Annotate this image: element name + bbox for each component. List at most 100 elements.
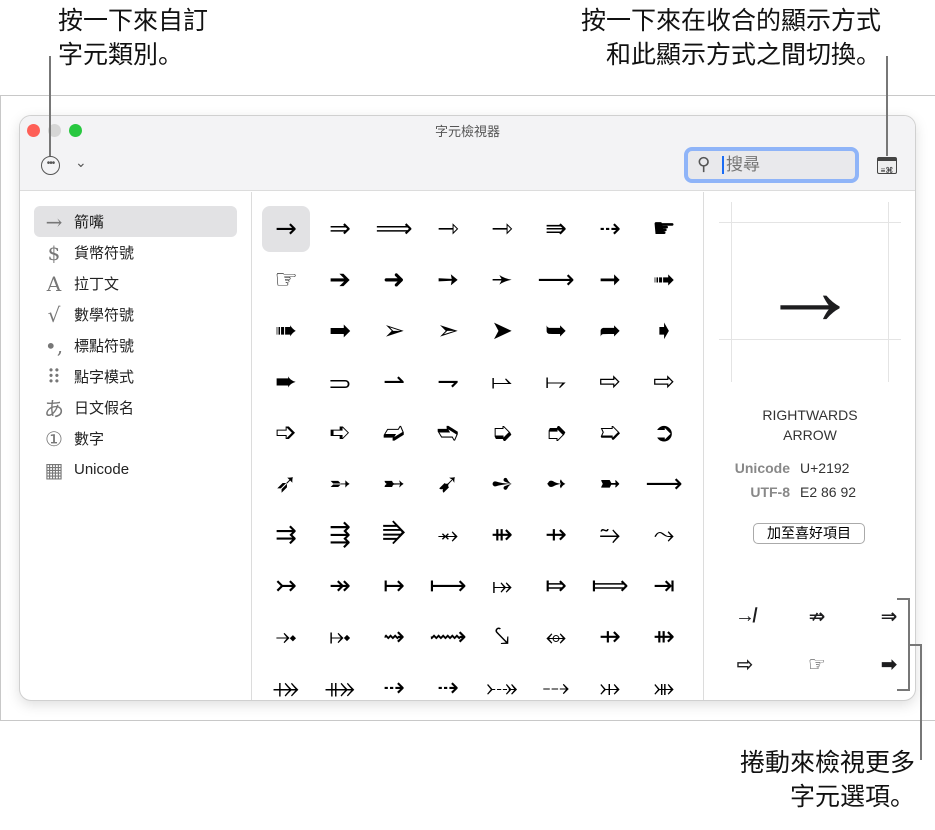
character-cell[interactable]: ⟿ bbox=[424, 614, 472, 660]
related-character[interactable]: ⇨ bbox=[709, 640, 781, 688]
character-cell[interactable]: ➩ bbox=[262, 410, 310, 456]
character-cell[interactable]: ➨ bbox=[262, 359, 310, 405]
character-cell[interactable]: ⟶ bbox=[532, 257, 580, 303]
character-cell[interactable]: ⇨ bbox=[586, 359, 634, 405]
character-cell[interactable]: ➶ bbox=[262, 461, 310, 507]
character-cell[interactable]: ⇾ bbox=[478, 206, 526, 252]
character-cell[interactable]: ➭ bbox=[478, 410, 526, 456]
search-field[interactable]: ⚲ bbox=[684, 147, 859, 183]
character-cell[interactable]: ⇸ bbox=[586, 614, 634, 660]
character-cell[interactable]: ➛ bbox=[478, 257, 526, 303]
character-cell[interactable]: ⇝ bbox=[370, 614, 418, 660]
sidebar-item-1[interactable]: $ 貨幣符號 bbox=[34, 237, 237, 268]
character-cell[interactable]: ⇁ bbox=[424, 359, 472, 405]
character-cell[interactable]: ➣ bbox=[424, 308, 472, 354]
related-character[interactable]: ➡ bbox=[853, 640, 915, 688]
character-cell[interactable]: ⤁ bbox=[316, 665, 364, 701]
character-cell[interactable]: ➡ bbox=[316, 308, 364, 354]
character-cell[interactable]: ⤔ bbox=[586, 665, 634, 701]
character-cell[interactable]: ➼ bbox=[586, 461, 634, 507]
character-cell[interactable]: ➻ bbox=[532, 461, 580, 507]
character-cell[interactable]: ➺ bbox=[478, 461, 526, 507]
character-cell[interactable]: ⤞ bbox=[262, 614, 310, 660]
character-cell[interactable]: ⇉ bbox=[262, 512, 310, 558]
character-cell[interactable]: ⇸ bbox=[532, 512, 580, 558]
character-cell[interactable]: ⟾ bbox=[586, 563, 634, 609]
character-cell[interactable]: ⇻ bbox=[478, 512, 526, 558]
character-cell[interactable]: ⥇ bbox=[424, 512, 472, 558]
character-cell[interactable]: ➯ bbox=[586, 410, 634, 456]
character-cell[interactable]: ➪ bbox=[316, 410, 364, 456]
character-cell[interactable]: ⇢ bbox=[370, 665, 418, 700]
character-cell[interactable]: ➟ bbox=[640, 257, 688, 303]
character-cell[interactable]: → bbox=[262, 206, 310, 252]
character-cell[interactable]: ➧ bbox=[640, 308, 688, 354]
character-cell[interactable]: ⥲ bbox=[586, 512, 634, 558]
character-cell[interactable]: ➞ bbox=[586, 257, 634, 303]
related-character[interactable]: ☞ bbox=[781, 640, 853, 688]
character-cell[interactable]: ➮ bbox=[532, 410, 580, 456]
sidebar-item-0[interactable]: → 箭嘴 bbox=[34, 206, 237, 237]
character-cell[interactable]: ➤ bbox=[478, 308, 526, 354]
character-cell[interactable]: ⟹ bbox=[370, 206, 418, 252]
character-cell[interactable]: ➲ bbox=[640, 410, 688, 456]
character-cell[interactable]: ⇶ bbox=[316, 512, 364, 558]
character-cell[interactable]: ⇻ bbox=[640, 614, 688, 660]
sidebar-item-6[interactable]: あ日文假名 bbox=[34, 392, 237, 423]
sidebar-item-8[interactable]: ▦ Unicode bbox=[34, 454, 237, 485]
character-cell[interactable]: ➹ bbox=[424, 461, 472, 507]
character-cell[interactable]: ⇀ bbox=[370, 359, 418, 405]
character-cell[interactable]: ↣ bbox=[262, 563, 310, 609]
character-cell[interactable]: ⇢ bbox=[586, 206, 634, 252]
sidebar-item-2[interactable]: A 拉丁文 bbox=[34, 268, 237, 299]
character-cell[interactable]: ⤐ bbox=[478, 665, 526, 701]
character-cell[interactable]: ➠ bbox=[262, 308, 310, 354]
character-cell[interactable]: ⤠ bbox=[316, 614, 364, 660]
character-cell[interactable]: ⤕ bbox=[640, 665, 688, 701]
character-cell[interactable]: ➢ bbox=[370, 308, 418, 354]
character-cell[interactable]: ⤏ bbox=[532, 665, 580, 701]
character-cell[interactable]: ➸ bbox=[370, 461, 418, 507]
character-cell[interactable]: ⤅ bbox=[478, 563, 526, 609]
character-cell[interactable]: ⥰ bbox=[316, 359, 364, 405]
character-cell[interactable]: ⥟ bbox=[532, 359, 580, 405]
character-cell[interactable]: ➔ bbox=[316, 257, 364, 303]
character-cell[interactable]: ⇾ bbox=[424, 206, 472, 252]
chevron-down-icon[interactable]: ⌄ bbox=[75, 154, 87, 171]
character-cell[interactable]: ⤥ bbox=[478, 614, 526, 660]
character-cell[interactable]: ⥈ bbox=[532, 614, 580, 660]
search-input[interactable] bbox=[726, 153, 846, 177]
related-character[interactable]: ↛ bbox=[709, 592, 781, 640]
character-cell[interactable]: ⤀ bbox=[262, 665, 310, 701]
character-cell[interactable]: ➵ bbox=[316, 461, 364, 507]
character-cell[interactable]: ➙ bbox=[424, 257, 472, 303]
character-cell[interactable]: ⇢ bbox=[424, 665, 472, 700]
character-cell[interactable]: ⤳ bbox=[640, 512, 688, 558]
character-cell[interactable]: ☞ bbox=[262, 257, 310, 303]
character-cell[interactable]: ⇥ bbox=[640, 563, 688, 609]
character-cell[interactable]: ➫ bbox=[370, 410, 418, 456]
related-character[interactable]: ⊙ bbox=[709, 688, 781, 700]
character-cell[interactable]: ➜ bbox=[370, 257, 418, 303]
toggle-view-icon[interactable]: ≡⌘ bbox=[877, 157, 897, 175]
related-character[interactable]: ⇏ bbox=[781, 592, 853, 640]
character-cell[interactable]: ➬ bbox=[424, 410, 472, 456]
sidebar-item-7[interactable]: ① 數字 bbox=[34, 423, 237, 454]
related-character[interactable]: ⬳ bbox=[781, 688, 853, 700]
character-cell[interactable]: ➥ bbox=[532, 308, 580, 354]
character-cell[interactable]: ⟼ bbox=[424, 563, 472, 609]
character-cell[interactable]: ⟶ bbox=[640, 461, 688, 507]
character-cell[interactable]: ☛ bbox=[640, 206, 688, 252]
character-cell[interactable]: ⇒ bbox=[316, 206, 364, 252]
character-cell[interactable]: ⇛ bbox=[532, 206, 580, 252]
add-to-favorites-button[interactable]: 加至喜好項目 bbox=[753, 523, 865, 544]
character-cell[interactable]: ⤇ bbox=[532, 563, 580, 609]
sidebar-item-3[interactable]: √ 數學符號 bbox=[34, 299, 237, 330]
character-cell[interactable]: ➦ bbox=[586, 308, 634, 354]
character-cell[interactable]: ↠ bbox=[316, 563, 364, 609]
sidebar-item-5[interactable]: ⠿ 點字模式 bbox=[34, 361, 237, 392]
character-cell[interactable]: ⥛ bbox=[478, 359, 526, 405]
sidebar-item-4[interactable]: •, 標點符號 bbox=[34, 330, 237, 361]
ellipsis-circle-icon[interactable]: ••• bbox=[41, 156, 60, 175]
character-cell[interactable]: ↦ bbox=[370, 563, 418, 609]
